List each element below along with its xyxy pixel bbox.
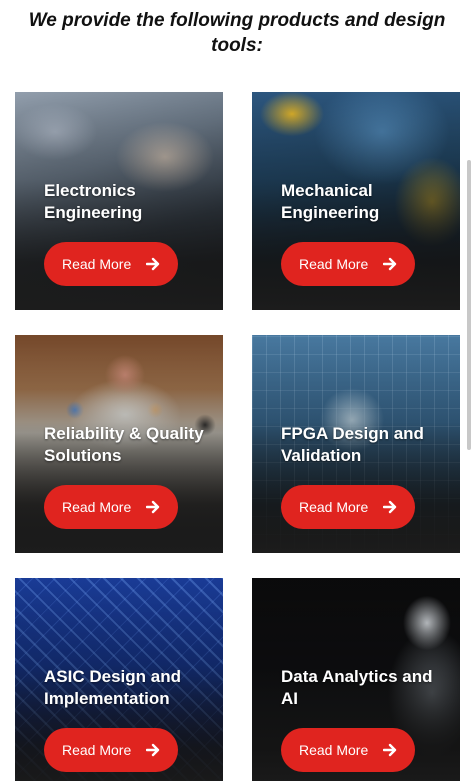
arrow-right-icon (146, 500, 160, 514)
arrow-right-icon (383, 500, 397, 514)
arrow-right-icon (146, 257, 160, 271)
read-more-label: Read More (299, 499, 369, 515)
read-more-label: Read More (62, 499, 132, 515)
read-more-button[interactable]: Read More (281, 485, 415, 529)
card-asic-design[interactable]: ASIC Design and Implementation Read More (15, 578, 223, 781)
read-more-label: Read More (299, 742, 369, 758)
read-more-button[interactable]: Read More (44, 485, 178, 529)
card-title: Electronics Engineering (44, 181, 143, 222)
read-more-button[interactable]: Read More (281, 728, 415, 772)
card-mechanical-engineering[interactable]: Mechanical Engineering Read More (252, 92, 460, 310)
arrow-right-icon (146, 743, 160, 757)
read-more-label: Read More (62, 256, 132, 272)
card-reliability-quality[interactable]: Reliability & Quality Solutions Read Mor… (15, 335, 223, 553)
arrow-right-icon (383, 743, 397, 757)
card-electronics-engineering[interactable]: Electronics Engineering Read More (15, 92, 223, 310)
read-more-button[interactable]: Read More (281, 242, 415, 286)
section-heading: We provide the following products and de… (28, 10, 446, 56)
arrow-right-icon (383, 257, 397, 271)
card-title: Data Analytics and AI (281, 667, 433, 708)
card-title: Reliability & Quality Solutions (44, 424, 204, 465)
read-more-label: Read More (62, 742, 132, 758)
card-fpga-design[interactable]: FPGA Design and Validation Read More (252, 335, 460, 553)
card-title: ASIC Design and Implementation (44, 667, 181, 708)
card-title: FPGA Design and Validation (281, 424, 424, 465)
read-more-button[interactable]: Read More (44, 728, 178, 772)
read-more-button[interactable]: Read More (44, 242, 178, 286)
scrollbar[interactable] (467, 160, 471, 450)
card-data-analytics-ai[interactable]: Data Analytics and AI Read More (252, 578, 460, 781)
card-title: Mechanical Engineering (281, 181, 380, 222)
read-more-label: Read More (299, 256, 369, 272)
